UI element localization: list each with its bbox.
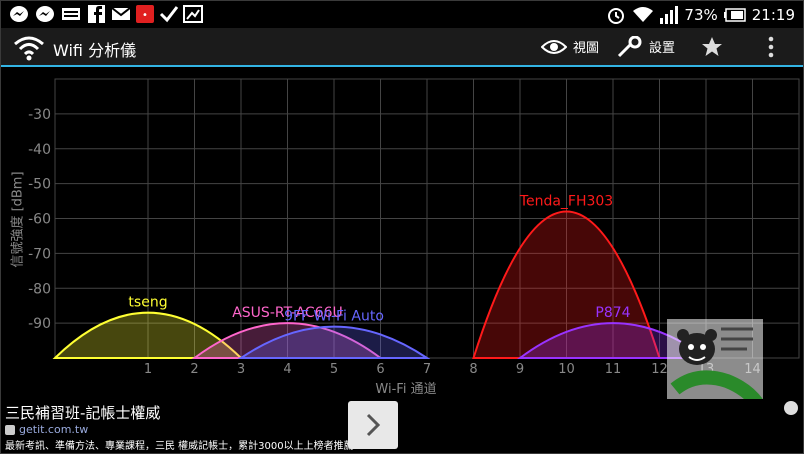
favicon-icon — [5, 424, 15, 435]
battery-percent: 73% — [684, 5, 718, 24]
status-bar: • 73% 21:19 — [1, 1, 803, 28]
clock: 21:19 — [751, 5, 795, 24]
x-tick-label: 9 — [516, 362, 524, 374]
mail-icon — [111, 7, 131, 20]
network-label: tseng — [128, 295, 167, 311]
messenger-icon — [36, 6, 54, 22]
wifi-status-icon — [633, 6, 654, 22]
y-tick-label: -70 — [28, 246, 51, 262]
favorite-button[interactable] — [701, 28, 723, 65]
x-tick-label: 11 — [605, 362, 622, 374]
x-tick-label: 8 — [469, 362, 477, 374]
ad-title[interactable]: 三民補習班-記帳士權威 — [5, 402, 160, 423]
eye-icon — [541, 39, 567, 54]
wrench-icon — [617, 35, 642, 57]
ad-open-button[interactable] — [348, 401, 398, 449]
y-tick-label: -30 — [28, 107, 51, 123]
app-title: Wifi 分析儀 — [53, 41, 137, 60]
network-label: Tenda_FH303 — [519, 194, 613, 210]
facebook-icon — [88, 5, 105, 23]
x-tick-label: 4 — [283, 362, 291, 374]
y-tick-label: -40 — [28, 142, 51, 158]
action-bar-divider — [1, 65, 803, 67]
keyboard-icon — [62, 8, 80, 20]
x-tick-label: 12 — [651, 362, 668, 374]
ad-info-icon[interactable] — [784, 401, 798, 415]
y-tick-label: -80 — [28, 281, 51, 297]
action-bar: Wifi 分析儀 視圖 設置 — [1, 28, 803, 67]
x-tick-label: 6 — [376, 362, 384, 374]
screenshot-icon — [183, 5, 203, 23]
signal-icon — [660, 5, 679, 24]
settings-button[interactable]: 設置 — [617, 28, 675, 65]
check-icon — [159, 6, 179, 23]
x-axis-label: Wi-Fi 通道 — [375, 382, 437, 397]
alarm-icon — [608, 7, 625, 24]
x-tick-label: 3 — [237, 362, 245, 374]
settings-button-label: 設置 — [649, 41, 676, 56]
chevron-right-icon — [366, 413, 381, 437]
x-tick-label: 5 — [330, 362, 338, 374]
ad-description: 最新考訊、準備方法、專業課程，三民 權威記帳士，累計3000以上上榜者推薦 — [5, 441, 354, 452]
x-tick-label: 7 — [423, 362, 431, 374]
app-red-icon: • — [136, 5, 154, 23]
ad-banner[interactable]: 三民補習班-記帳士權威 getit.com.tw 最新考訊、準備方法、專業課程，… — [1, 399, 803, 453]
overflow-menu-button[interactable] — [766, 28, 776, 65]
y-tick-label: -50 — [28, 177, 51, 193]
y-tick-label: -60 — [28, 212, 51, 228]
view-button[interactable]: 視圖 — [541, 28, 599, 65]
star-icon — [702, 36, 722, 56]
svg-text:•: • — [142, 10, 148, 21]
network-label: 9FF Wi-Fi Auto — [284, 309, 384, 325]
overflow-menu-icon — [768, 36, 774, 57]
x-tick-label: 2 — [190, 362, 198, 374]
status-right: 73% 21:19 — [606, 1, 795, 28]
wifi-app-icon[interactable] — [11, 32, 47, 62]
bear-mascot-image — [667, 319, 763, 411]
x-tick-label: 1 — [144, 362, 152, 374]
network-label: P874 — [595, 305, 630, 321]
screen: • 73% 21:19 Wifi 分析儀 視圖 設置 信號強度 [dBm] -3… — [0, 0, 804, 454]
battery-icon — [723, 7, 746, 22]
y-tick-label: -90 — [28, 316, 51, 332]
ad-domain-row[interactable]: getit.com.tw — [5, 423, 88, 436]
view-button-label: 視圖 — [573, 41, 600, 56]
x-tick-label: 10 — [558, 362, 575, 374]
messenger-icon — [10, 6, 28, 22]
ad-domain: getit.com.tw — [19, 423, 89, 436]
